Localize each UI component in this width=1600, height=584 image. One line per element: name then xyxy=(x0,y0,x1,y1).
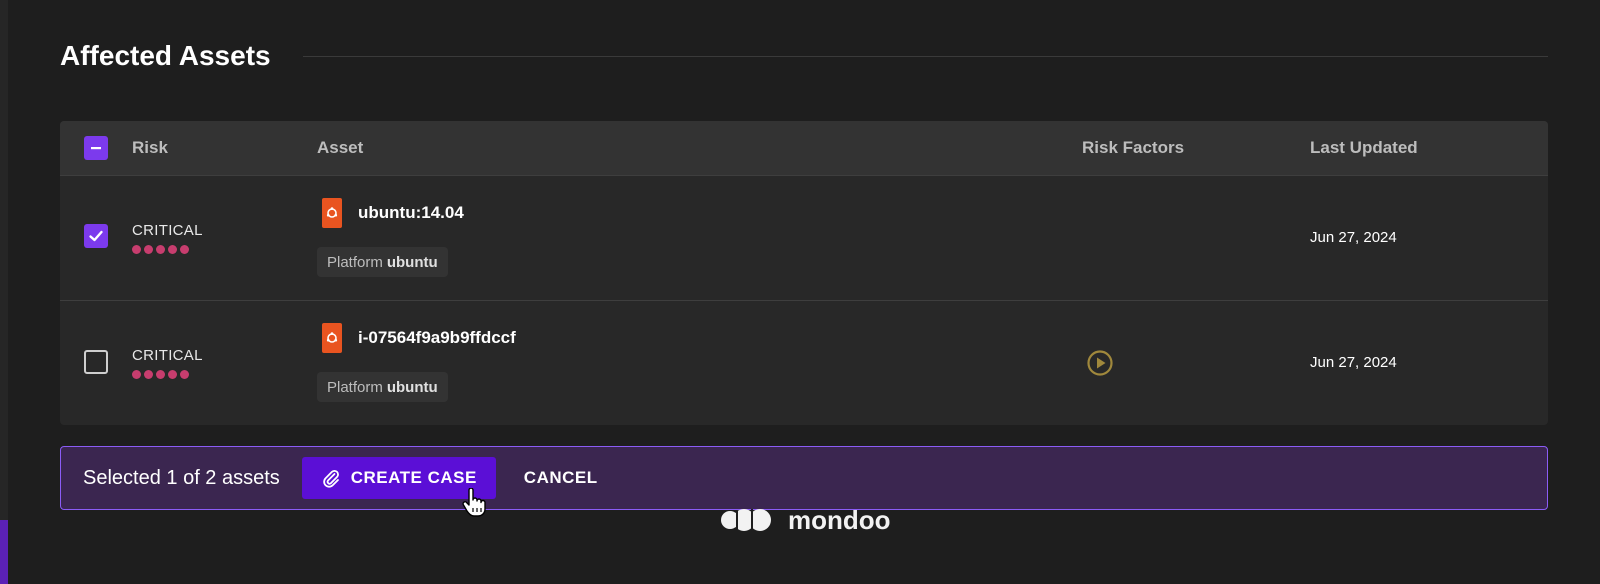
last-updated-date: Jun 27, 2024 xyxy=(1310,354,1397,371)
risk-dot xyxy=(168,370,177,379)
risk-dot xyxy=(132,370,141,379)
column-header-last-updated[interactable]: Last Updated xyxy=(1310,121,1418,175)
risk-label: CRITICAL xyxy=(132,222,203,239)
asset-cell[interactable]: i-07564f9a9b9ffdccf xyxy=(322,323,516,353)
play-circle-icon[interactable] xyxy=(1086,349,1114,382)
column-header-risk[interactable]: Risk xyxy=(132,121,168,175)
risk-label: CRITICAL xyxy=(132,347,203,364)
risk-dot xyxy=(144,370,153,379)
platform-tag: Platform ubuntu xyxy=(317,247,448,277)
platform-tag: Platform ubuntu xyxy=(317,372,448,402)
risk-level-dots xyxy=(132,245,203,254)
row-select-cell xyxy=(84,350,108,374)
hand-pointer-cursor-icon xyxy=(462,487,488,523)
table-row[interactable]: CRITICAL i-07564f9a9b9ffdccf Platform ub… xyxy=(60,300,1548,425)
asset-tag: Platform ubuntu xyxy=(317,247,448,277)
asset-name-link[interactable]: ubuntu:14.04 xyxy=(358,203,464,223)
risk-dot xyxy=(168,245,177,254)
ubuntu-icon xyxy=(322,323,342,353)
row-checkbox[interactable] xyxy=(84,224,108,248)
column-header-risk-factors[interactable]: Risk Factors xyxy=(1082,121,1184,175)
risk-cell: CRITICAL xyxy=(132,222,203,254)
tag-value: ubuntu xyxy=(386,378,438,396)
column-header-asset[interactable]: Asset xyxy=(317,121,363,175)
left-edge-accent xyxy=(0,520,8,584)
mondoo-logo-text: mondoo xyxy=(788,504,891,535)
tag-value: ubuntu xyxy=(386,253,438,271)
risk-dot xyxy=(156,370,165,379)
last-updated-date: Jun 27, 2024 xyxy=(1310,229,1397,246)
asset-cell[interactable]: ubuntu:14.04 xyxy=(322,198,464,228)
select-all-cell xyxy=(84,121,108,175)
risk-dot xyxy=(180,245,189,254)
table-row[interactable]: CRITICAL ubuntu:14.04 Platform ubuntu Ju… xyxy=(60,175,1548,300)
mondoo-logo: mondoo xyxy=(720,503,891,537)
minus-icon xyxy=(91,147,101,150)
risk-level-dots xyxy=(132,370,203,379)
asset-tag: Platform ubuntu xyxy=(317,372,448,402)
risk-dot xyxy=(180,370,189,379)
table-header: Risk Asset Risk Factors Last Updated xyxy=(60,121,1548,175)
risk-dot xyxy=(132,245,141,254)
create-case-label: CREATE CASE xyxy=(350,468,477,487)
section-divider xyxy=(302,55,1548,57)
selection-count-text: Selected 1 of 2 assets xyxy=(83,466,280,489)
section-title: Affected Assets xyxy=(60,40,271,71)
risk-cell: CRITICAL xyxy=(132,347,203,379)
row-checkbox[interactable] xyxy=(84,350,108,374)
selection-action-bar: Selected 1 of 2 assets CREATE CASE CANCE… xyxy=(60,446,1548,510)
affected-assets-table: Risk Asset Risk Factors Last Updated CRI… xyxy=(60,121,1548,425)
mondoo-logo-icon xyxy=(721,509,771,531)
cancel-button[interactable]: CANCEL xyxy=(524,468,598,488)
select-all-checkbox[interactable] xyxy=(84,136,108,160)
tag-key: Platform xyxy=(327,253,383,271)
section-header: Affected Assets xyxy=(60,36,1548,76)
risk-dot xyxy=(144,245,153,254)
ubuntu-icon xyxy=(322,198,342,228)
risk-dot xyxy=(156,245,165,254)
row-select-cell xyxy=(84,224,108,248)
tag-key: Platform xyxy=(327,378,383,396)
paperclip-icon xyxy=(323,469,339,488)
checkmark-icon xyxy=(89,230,103,242)
left-edge-strip xyxy=(0,0,8,584)
asset-name-link[interactable]: i-07564f9a9b9ffdccf xyxy=(358,328,516,348)
